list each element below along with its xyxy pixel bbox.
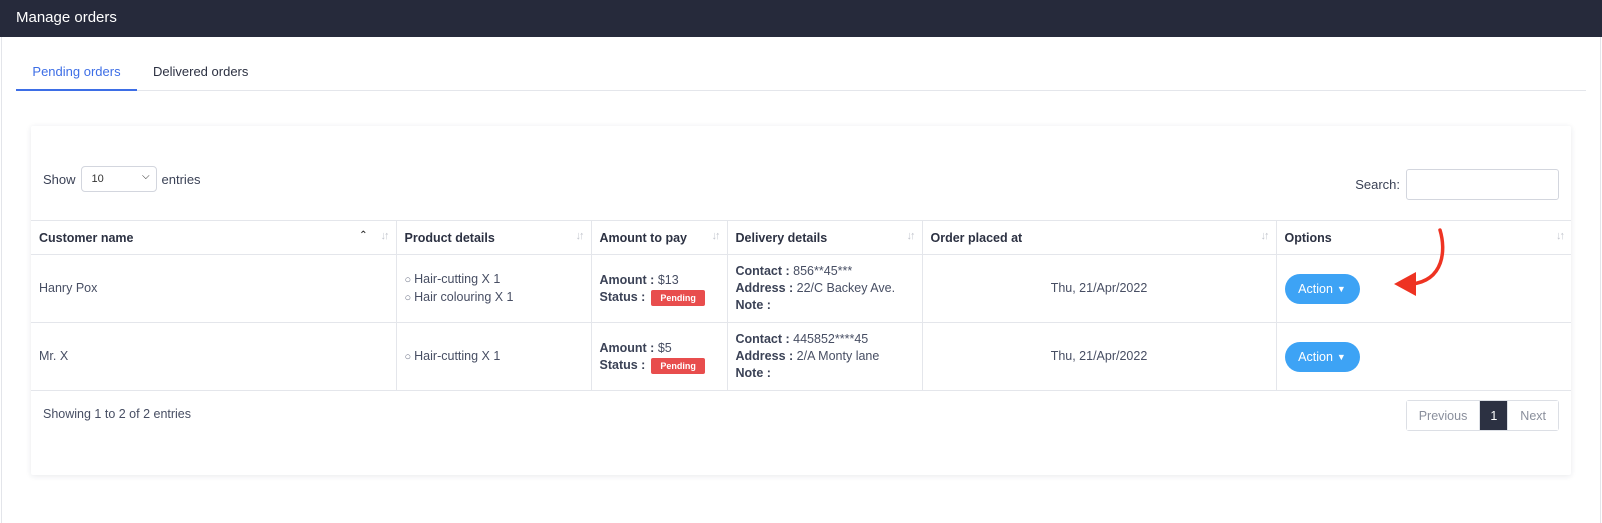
table-search: Search: — [1355, 169, 1559, 200]
circle-bullet-icon: ○ — [404, 291, 412, 304]
entries-select[interactable]: 10 — [80, 166, 157, 192]
table-row: Mr. X ○ Hair-cutting X 1 Amount : $5 Stat… — [31, 322, 1571, 391]
sort-arrows-icon: ↓↑ — [1556, 230, 1565, 242]
sort-arrows-icon: ↓↑ — [1260, 230, 1270, 242]
amount-label: Amount : — [599, 272, 655, 287]
pagination: Previous 1 Next — [1405, 400, 1559, 431]
amount-cell: Amount : $5 Status : Pending — [591, 322, 728, 391]
address-label: Address : — [735, 281, 794, 295]
product-label: Hair-cutting X 1 — [414, 271, 501, 286]
chevron-up-icon: ⌃ — [359, 230, 368, 241]
action-dropdown-button[interactable]: Action ▼ — [1284, 341, 1360, 372]
sort-arrows-icon: ↓↑ — [380, 230, 390, 242]
customer-name-cell: Hanry Pox — [31, 254, 397, 323]
order-tabs: Pending orders Delivered orders — [16, 56, 1586, 91]
orders-table: Customer name ⌃ ↓↑ Product details ↓↑ Am… — [31, 220, 1571, 391]
tab-pending-orders[interactable]: Pending orders — [16, 56, 137, 91]
contact-value: 856**45*** — [793, 264, 853, 278]
search-input[interactable] — [1406, 169, 1559, 200]
product-item: ○ Hair-cutting X 1 — [405, 271, 591, 289]
previous-page-button[interactable]: Previous — [1406, 401, 1480, 430]
sort-arrows-icon: ↓↑ — [906, 230, 916, 242]
options-cell: Action ▼ — [1276, 322, 1571, 391]
action-label: Action — [1298, 281, 1333, 296]
column-label: Order placed at — [930, 230, 1023, 245]
column-header-delivery-details[interactable]: Delivery details ↓↑ — [727, 220, 923, 255]
status-badge: Pending — [651, 289, 705, 306]
status-label: Status : — [599, 289, 646, 304]
customer-name-cell: Mr. X — [31, 322, 397, 391]
column-header-customer-name[interactable]: Customer name ⌃ ↓↑ — [31, 220, 397, 255]
column-label: Options — [1284, 230, 1332, 245]
column-header-order-placed-at[interactable]: Order placed at ↓↑ — [922, 220, 1277, 255]
column-header-product-details[interactable]: Product details ↓↑ — [396, 220, 592, 255]
table-row: Hanry Pox ○ Hair-cutting X 1 ○ Hair colour… — [31, 254, 1571, 323]
entries-length-control: Show 10 ⌵ entries — [43, 166, 201, 192]
status-label: Status : — [599, 357, 646, 372]
sort-arrows-icon: ↓↑ — [575, 230, 585, 242]
contact-label: Contact : — [735, 264, 790, 278]
note-label: Note : — [735, 366, 771, 380]
product-label: Hair colouring X 1 — [414, 289, 514, 304]
column-header-amount-to-pay[interactable]: Amount to pay ↓↑ — [591, 220, 728, 255]
caret-down-icon: ▼ — [1336, 283, 1346, 294]
table-info: Showing 1 to 2 of 2 entries — [43, 407, 192, 421]
address-value: 2/A Monty lane — [796, 349, 880, 363]
amount-cell: Amount : $13 Status : Pending — [591, 254, 728, 323]
circle-bullet-icon: ○ — [404, 273, 412, 286]
column-label: Delivery details — [735, 230, 828, 245]
top-bar: Manage orders — [0, 0, 1602, 37]
page-title: Manage orders — [16, 9, 117, 26]
product-label: Hair-cutting X 1 — [414, 348, 501, 363]
product-item: ○ Hair-cutting X 1 — [405, 348, 591, 366]
orders-card: Show 10 ⌵ entries Search: Customer name … — [31, 126, 1571, 475]
sort-arrows-icon: ↓↑ — [711, 230, 721, 242]
caret-down-icon: ▼ — [1336, 351, 1346, 362]
circle-bullet-icon: ○ — [404, 350, 412, 363]
amount-value: $13 — [657, 272, 679, 287]
address-label: Address : — [735, 349, 794, 363]
column-label: Customer name — [39, 230, 134, 245]
column-label: Product details — [404, 230, 495, 245]
action-label: Action — [1298, 349, 1333, 364]
show-label: Show — [43, 171, 76, 187]
red-arrow-icon — [1394, 228, 1445, 296]
product-details-cell: ○ Hair-cutting X 1 ○ Hair colouring X 1 — [396, 254, 592, 323]
search-label: Search: — [1355, 177, 1400, 192]
tab-delivered-orders[interactable]: Delivered orders — [153, 56, 248, 91]
amount-value: $5 — [657, 340, 672, 355]
product-details-cell: ○ Hair-cutting X 1 — [396, 322, 592, 391]
address-value: 22/C Backey Ave. — [796, 281, 896, 295]
delivery-details-cell: Contact : 445852****45 Address : 2/A Mon… — [727, 322, 923, 391]
next-page-button[interactable]: Next — [1507, 401, 1558, 430]
action-dropdown-button[interactable]: Action ▼ — [1284, 273, 1360, 304]
delivery-details-cell: Contact : 856**45*** Address : 22/C Back… — [727, 254, 923, 323]
amount-label: Amount : — [599, 340, 655, 355]
status-badge: Pending — [651, 357, 705, 374]
note-label: Note : — [735, 298, 771, 312]
column-label: Amount to pay — [599, 230, 688, 245]
order-placed-at-cell: Thu, 21/Apr/2022 — [922, 254, 1277, 323]
contact-label: Contact : — [735, 332, 790, 346]
product-item: ○ Hair colouring X 1 — [405, 289, 591, 307]
order-placed-at-cell: Thu, 21/Apr/2022 — [922, 322, 1277, 391]
entries-label: entries — [161, 171, 201, 187]
contact-value: 445852****45 — [793, 332, 869, 346]
page-1-button[interactable]: 1 — [1479, 401, 1508, 430]
